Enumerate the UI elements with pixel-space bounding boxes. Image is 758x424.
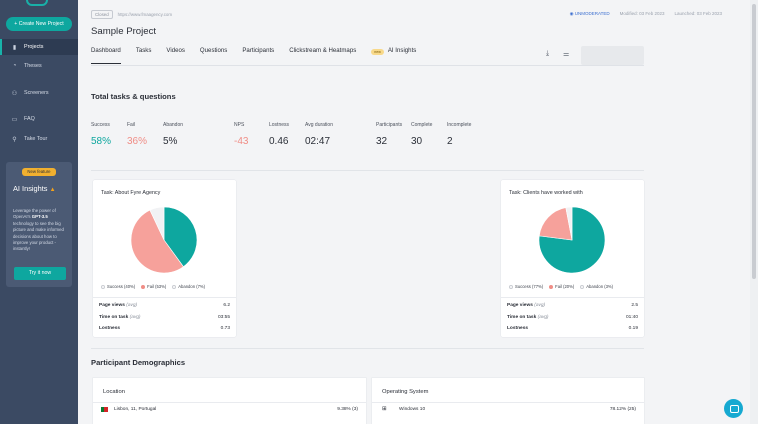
sidebar-item-label: Theses (24, 63, 42, 69)
pie-legend: Success (40%) Fail (53%) Abandon (7%) (101, 284, 205, 289)
tab-clickstream-heatmaps[interactable]: Clickstream & Heatmaps (289, 47, 356, 63)
sidebar-item-take-tour[interactable]: ⚲ Take Tour (0, 131, 78, 147)
screeners-icon: ⚇ (11, 90, 18, 97)
create-new-project-button[interactable]: + Create New Project (6, 17, 72, 31)
tab-participants[interactable]: Participants (242, 47, 274, 63)
tab-ai-insights[interactable]: new AI Insights (371, 47, 416, 63)
page-scrollbar[interactable] (750, 0, 758, 424)
sidebar-item-label: Projects (24, 44, 44, 50)
legend-fail: Fail (53%) (141, 284, 166, 289)
modified-date: Modified: 03 Feb 2023 (619, 11, 665, 16)
stat-participants: Participants 32 (376, 122, 403, 147)
stat-success: Success 58% (91, 122, 112, 147)
new-badge: new (371, 48, 384, 55)
moderation-mode: ◉ UNMODERATED (569, 11, 610, 16)
stat-lostness: Lostness 0.46 (269, 122, 290, 147)
tab-videos[interactable]: Videos (166, 47, 185, 63)
task-card: Task: Clients have worked with Success (… (501, 180, 644, 337)
lightning-icon: ▲ (49, 187, 56, 193)
tab-questions[interactable]: Questions (200, 47, 227, 63)
legend-success: Success (77%) (509, 284, 543, 289)
stat-nps: NPS -43 (234, 122, 249, 147)
windows-icon: ⊞ (382, 406, 387, 412)
card-divider (372, 402, 644, 403)
new-feature-badge: New feature (22, 168, 56, 176)
task-pie-chart (130, 206, 198, 274)
card-divider (93, 297, 236, 298)
pie-legend: Success (77%) Fail (20%) Abandon (3%) (509, 284, 613, 289)
card-divider (93, 402, 366, 403)
sidebar-item-projects[interactable]: ▮ Projects (0, 39, 78, 55)
task-pie-chart (538, 206, 606, 274)
metric-page-views: Page views (avg) 6.2 (99, 303, 230, 308)
sidebar-item-screeners[interactable]: ⚇ Screeners (0, 85, 78, 101)
page-title: Sample Project (91, 26, 157, 37)
demographics-title: Participant Demographics (91, 358, 186, 367)
launched-date: Launched: 03 Feb 2023 (674, 11, 722, 16)
stat-avg-duration: Avg duration 02:47 (305, 122, 333, 147)
try-it-now-button[interactable]: Try it now (14, 267, 66, 280)
stat-abandon: Abandon 5% (163, 122, 184, 147)
tabs-divider (91, 65, 644, 66)
scrollbar-thumb[interactable] (752, 4, 756, 279)
faq-icon: ▭ (11, 116, 18, 123)
metric-lostness: Lostness 0.19 (507, 326, 638, 331)
project-url-bar: Closed https://www.fmaagency.com (91, 10, 172, 19)
filter-icon[interactable]: ⚌ (563, 50, 569, 58)
operating-system-card: Operating System ⊞ Windows 10 78.12% (25… (372, 378, 644, 424)
metric-page-views: Page views (avg) 2.5 (507, 303, 638, 308)
sidebar-item-label: FAQ (24, 116, 35, 122)
main-content: Closed https://www.fmaagency.com ◉ UNMOD… (78, 0, 750, 424)
ai-insights-promo-card: New feature AI Insights ▲ Leverage the p… (6, 162, 72, 287)
tab-tasks[interactable]: Tasks (136, 47, 152, 63)
pin-icon: ⚲ (12, 136, 17, 143)
card-divider (501, 297, 644, 298)
task-card: Task: About Fyre Agency Success (40%) Fa… (93, 180, 236, 337)
legend-abandon: Abandon (7%) (172, 284, 205, 289)
tab-dashboard[interactable]: Dashboard (91, 47, 121, 64)
stat-incomplete: Incomplete 2 (447, 122, 472, 147)
project-url[interactable]: https://www.fmaagency.com (118, 12, 172, 17)
disabled-action-button[interactable] (581, 46, 644, 65)
chat-icon[interactable] (724, 399, 743, 418)
legend-abandon: Abandon (3%) (580, 284, 613, 289)
location-card-title: Location (103, 389, 125, 395)
portugal-flag-icon (101, 407, 108, 412)
section-divider (91, 348, 644, 349)
metric-time-on-task: Time on task (avg) 03:55 (99, 315, 230, 320)
palette-icon: ◔ (12, 63, 17, 69)
sidebar-item-label: Take Tour (24, 136, 48, 142)
os-card-title: Operating System (382, 389, 429, 395)
download-icon[interactable]: ⤓ (546, 50, 549, 58)
stat-complete: Complete 30 (411, 122, 433, 147)
project-meta: ◉ UNMODERATED Modified: 03 Feb 2023 Laun… (570, 11, 722, 17)
metric-time-on-task: Time on task (avg) 01:40 (507, 315, 638, 320)
metric-lostness: Lostness 0.73 (99, 326, 230, 331)
list-item: ⊞ Windows 10 78.12% (25) (382, 406, 636, 412)
location-card: Location Lisbon, 11, Portugal 9.38% (3) (93, 378, 366, 424)
task-card-title: Task: Clients have worked with (509, 190, 583, 196)
legend-success: Success (40%) (101, 284, 135, 289)
sidebar: + Create New Project ▮ Projects ◔ Theses… (0, 0, 78, 424)
sidebar-item-faq[interactable]: ▭ FAQ (0, 111, 78, 127)
legend-fail: Fail (20%) (549, 284, 574, 289)
task-card-title: Task: About Fyre Agency (101, 190, 161, 196)
summary-title: Total tasks & questions (91, 92, 176, 101)
app-logo[interactable] (26, 0, 48, 6)
project-tabs: Dashboard Tasks Videos Questions Partici… (91, 47, 431, 64)
list-item: Lisbon, 11, Portugal 9.38% (3) (101, 407, 358, 412)
stat-fail: Fail 36% (127, 122, 148, 147)
ai-insights-promo-title: AI Insights ▲ (13, 184, 56, 193)
section-divider (91, 170, 644, 171)
sidebar-item-label: Screeners (24, 90, 49, 96)
ai-insights-promo-description: Leverage the power of OpenAI's GPT-3.5 t… (13, 208, 64, 252)
projects-icon: ▮ (12, 44, 17, 51)
sidebar-item-theses[interactable]: ◔ Theses (0, 58, 78, 74)
status-badge: Closed (91, 10, 113, 19)
